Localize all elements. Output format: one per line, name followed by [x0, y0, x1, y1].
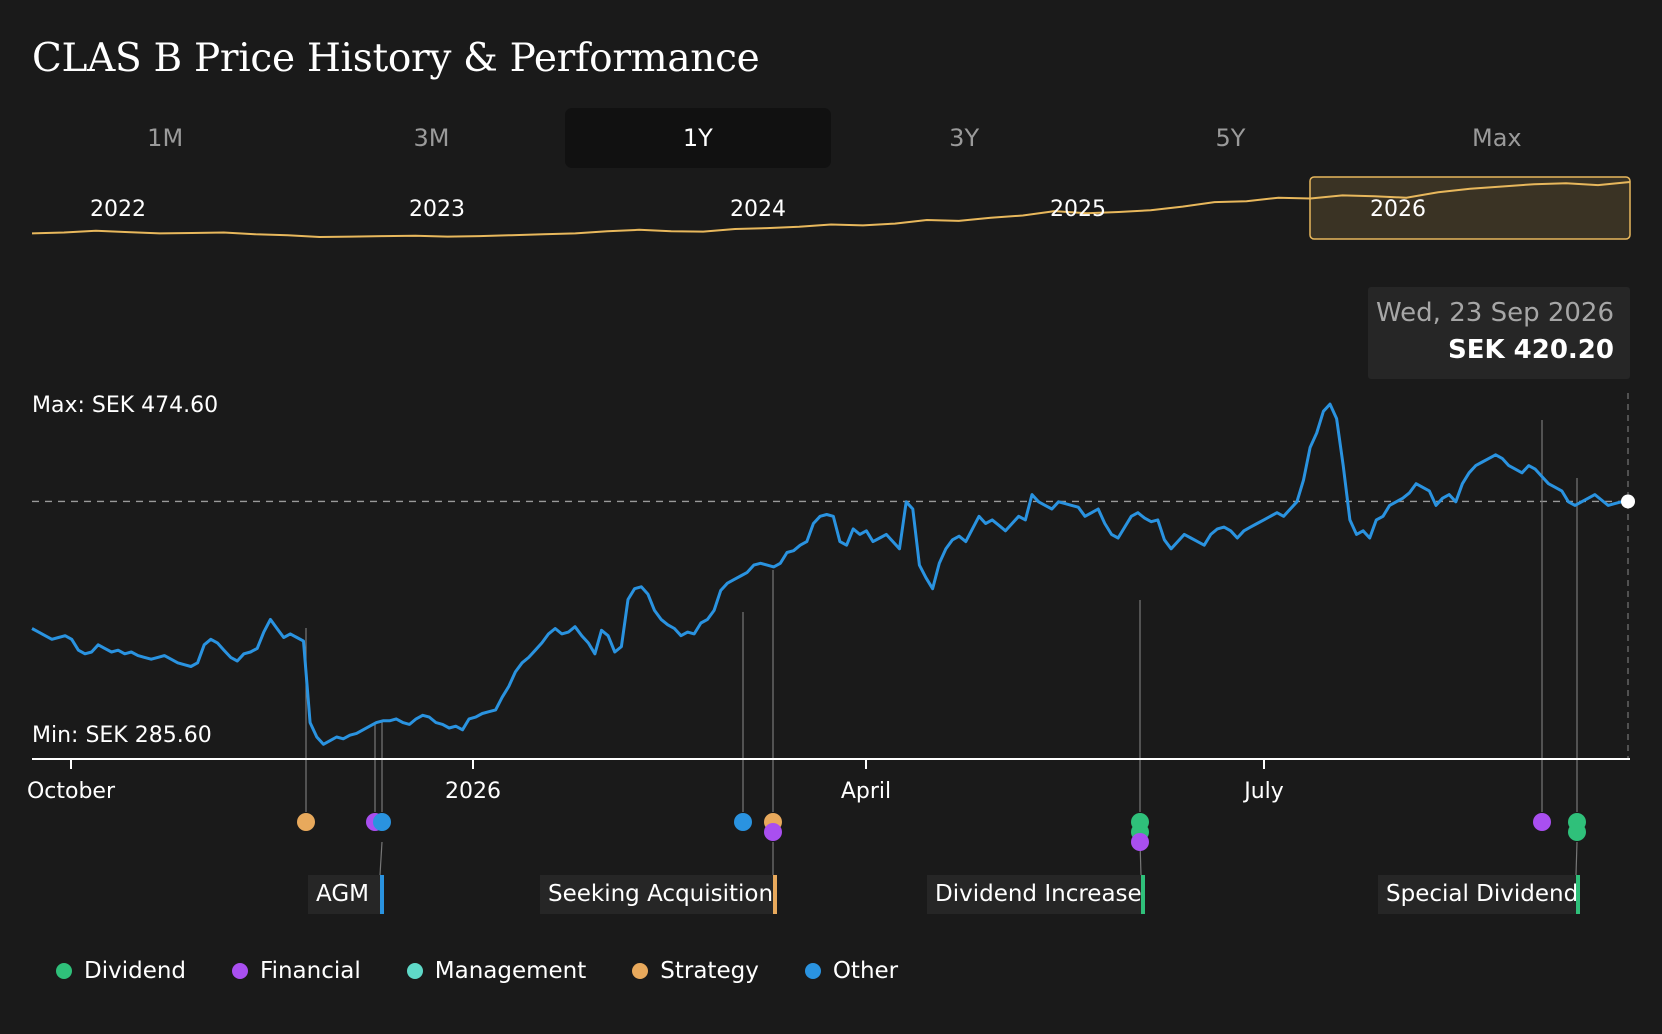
event-label-seeking-acquisition[interactable]: Seeking Acquisition — [540, 875, 776, 914]
strategy-dot-icon — [632, 963, 649, 979]
overview-year-label: 2022 — [90, 197, 146, 222]
x-tick-label: July — [1242, 779, 1284, 804]
event-label-dividend-increase[interactable]: Dividend Increase — [927, 875, 1145, 914]
legend-label: Strategy — [660, 958, 759, 984]
event-label-connector — [379, 841, 383, 876]
overview-year-label: 2026 — [1370, 197, 1426, 222]
event-legend: Dividend Financial Management Strategy O… — [56, 958, 944, 984]
event-dot-dividend[interactable] — [1568, 823, 1586, 841]
x-tick-label: October — [27, 779, 116, 804]
event-dot-financial[interactable] — [764, 823, 782, 841]
current-price-marker[interactable] — [1621, 494, 1635, 509]
event-label-agm[interactable]: AGM — [308, 875, 384, 914]
event-label-bar — [773, 875, 777, 914]
max-label: Max: SEK 474.60 — [32, 393, 218, 418]
overview-navigator: 2022 2023 2024 2025 2026 — [31, 176, 1631, 240]
legend-item-strategy[interactable]: Strategy — [632, 958, 759, 984]
event-label-bar — [1576, 875, 1580, 914]
event-dot-strategy[interactable] — [297, 813, 315, 831]
event-stems — [305, 420, 1578, 876]
legend-label: Financial — [260, 958, 361, 984]
event-label-bar — [380, 875, 384, 914]
legend-item-dividend[interactable]: Dividend — [56, 958, 186, 984]
overview-year-label: 2023 — [409, 197, 465, 222]
overview-year-label: 2024 — [730, 197, 786, 222]
legend-label: Management — [434, 958, 587, 984]
min-label: Min: SEK 285.60 — [32, 723, 212, 748]
tooltip-date: Wed, 23 Sep 2026 — [1376, 298, 1614, 328]
overview-selection-window[interactable] — [1309, 176, 1631, 240]
other-dot-icon — [804, 963, 821, 979]
event-dot-financial[interactable] — [1533, 813, 1551, 831]
price-tooltip: Wed, 23 Sep 2026 SEK 420.20 — [1368, 287, 1630, 379]
event-dot-financial[interactable] — [1131, 833, 1149, 851]
event-label-connector — [1575, 841, 1578, 876]
legend-item-financial[interactable]: Financial — [232, 958, 361, 984]
legend-item-management[interactable]: Management — [406, 958, 587, 984]
tooltip-price: SEK 420.20 — [1447, 335, 1614, 365]
event-label-bar — [1141, 875, 1145, 914]
price-line — [31, 402, 1629, 746]
dividend-dot-icon — [56, 963, 72, 979]
financial-dot-icon — [232, 963, 249, 979]
x-tick-label: 2026 — [445, 779, 501, 804]
legend-item-other[interactable]: Other — [804, 958, 899, 984]
management-dot-icon — [406, 963, 423, 979]
legend-label: Dividend — [84, 958, 187, 984]
x-tick-label: April — [841, 779, 891, 804]
event-label-special-dividend[interactable]: Special Dividend — [1378, 875, 1580, 914]
event-dot-other[interactable] — [734, 813, 752, 831]
event-markers — [297, 813, 1586, 851]
overview-year-label: 2025 — [1050, 197, 1106, 222]
event-dot-other[interactable] — [373, 813, 391, 831]
legend-label: Other — [832, 958, 899, 984]
